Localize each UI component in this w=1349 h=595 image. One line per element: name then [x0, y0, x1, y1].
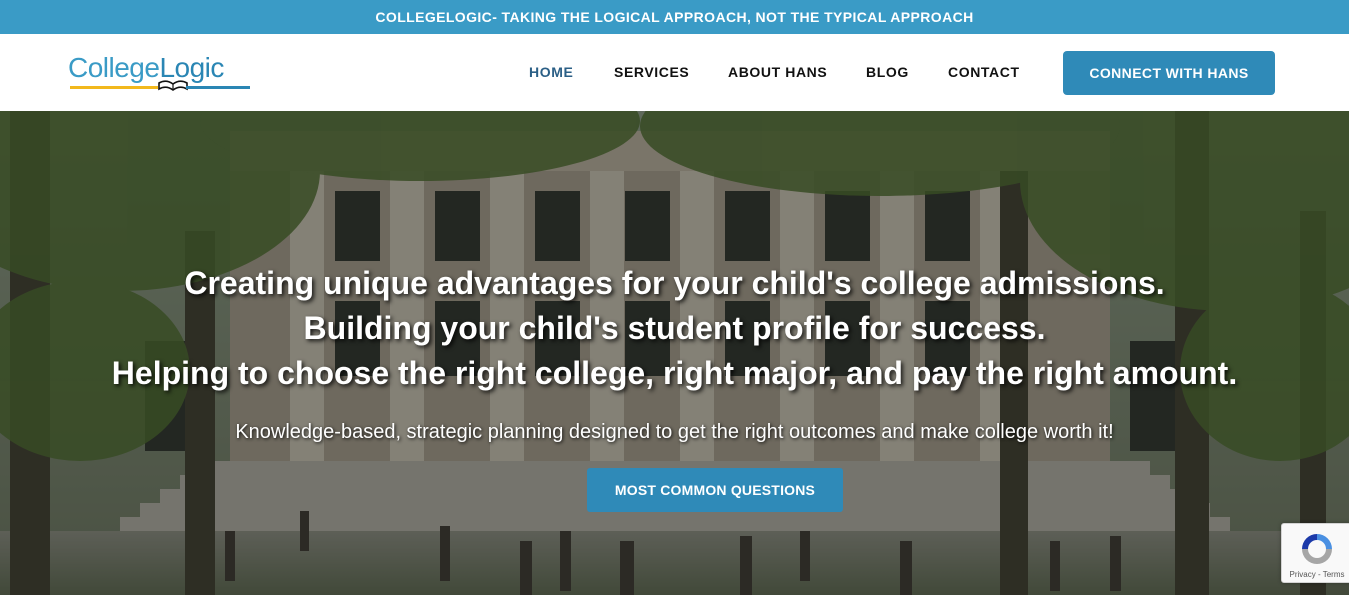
- hero-section: Creating unique advantages for your chil…: [0, 111, 1349, 595]
- nav-services[interactable]: SERVICES: [614, 34, 689, 111]
- nav-blog[interactable]: BLOG: [866, 34, 909, 111]
- open-book-icon: [158, 80, 188, 91]
- connect-with-hans-button[interactable]: CONNECT WITH HANS: [1063, 51, 1275, 95]
- logo-underline-blue: [186, 86, 250, 89]
- headline-line-1: Creating unique advantages for your chil…: [184, 265, 1165, 301]
- recaptcha-icon: [1302, 534, 1332, 564]
- announcement-text: COLLEGELOGIC- TAKING THE LOGICAL APPROAC…: [375, 9, 974, 25]
- hero-headline: Creating unique advantages for your chil…: [0, 261, 1349, 396]
- logo-wordmark: CollegeLogic: [68, 52, 224, 84]
- nav-about-hans[interactable]: ABOUT HANS: [728, 34, 827, 111]
- logo-text-college: College: [68, 52, 160, 83]
- most-common-questions-button[interactable]: MOST COMMON QUESTIONS: [587, 468, 843, 512]
- logo-underline-yellow: [70, 86, 158, 89]
- nav-home[interactable]: HOME: [529, 34, 573, 111]
- headline-line-2: Building your child's student profile fo…: [303, 310, 1046, 346]
- hero-subheadline: Knowledge-based, strategic planning desi…: [235, 421, 1114, 443]
- announcement-bar: COLLEGELOGIC- TAKING THE LOGICAL APPROAC…: [0, 0, 1349, 34]
- collegelogic-logo[interactable]: CollegeLogic: [68, 52, 253, 92]
- nav-contact[interactable]: CONTACT: [948, 34, 1020, 111]
- site-header: CollegeLogic HOME SERVICES ABOUT HANS BL…: [0, 34, 1349, 111]
- recaptcha-links[interactable]: Privacy - Terms: [1282, 570, 1349, 579]
- recaptcha-badge[interactable]: Privacy - Terms: [1281, 523, 1349, 583]
- headline-line-3: Helping to choose the right college, rig…: [111, 355, 1238, 391]
